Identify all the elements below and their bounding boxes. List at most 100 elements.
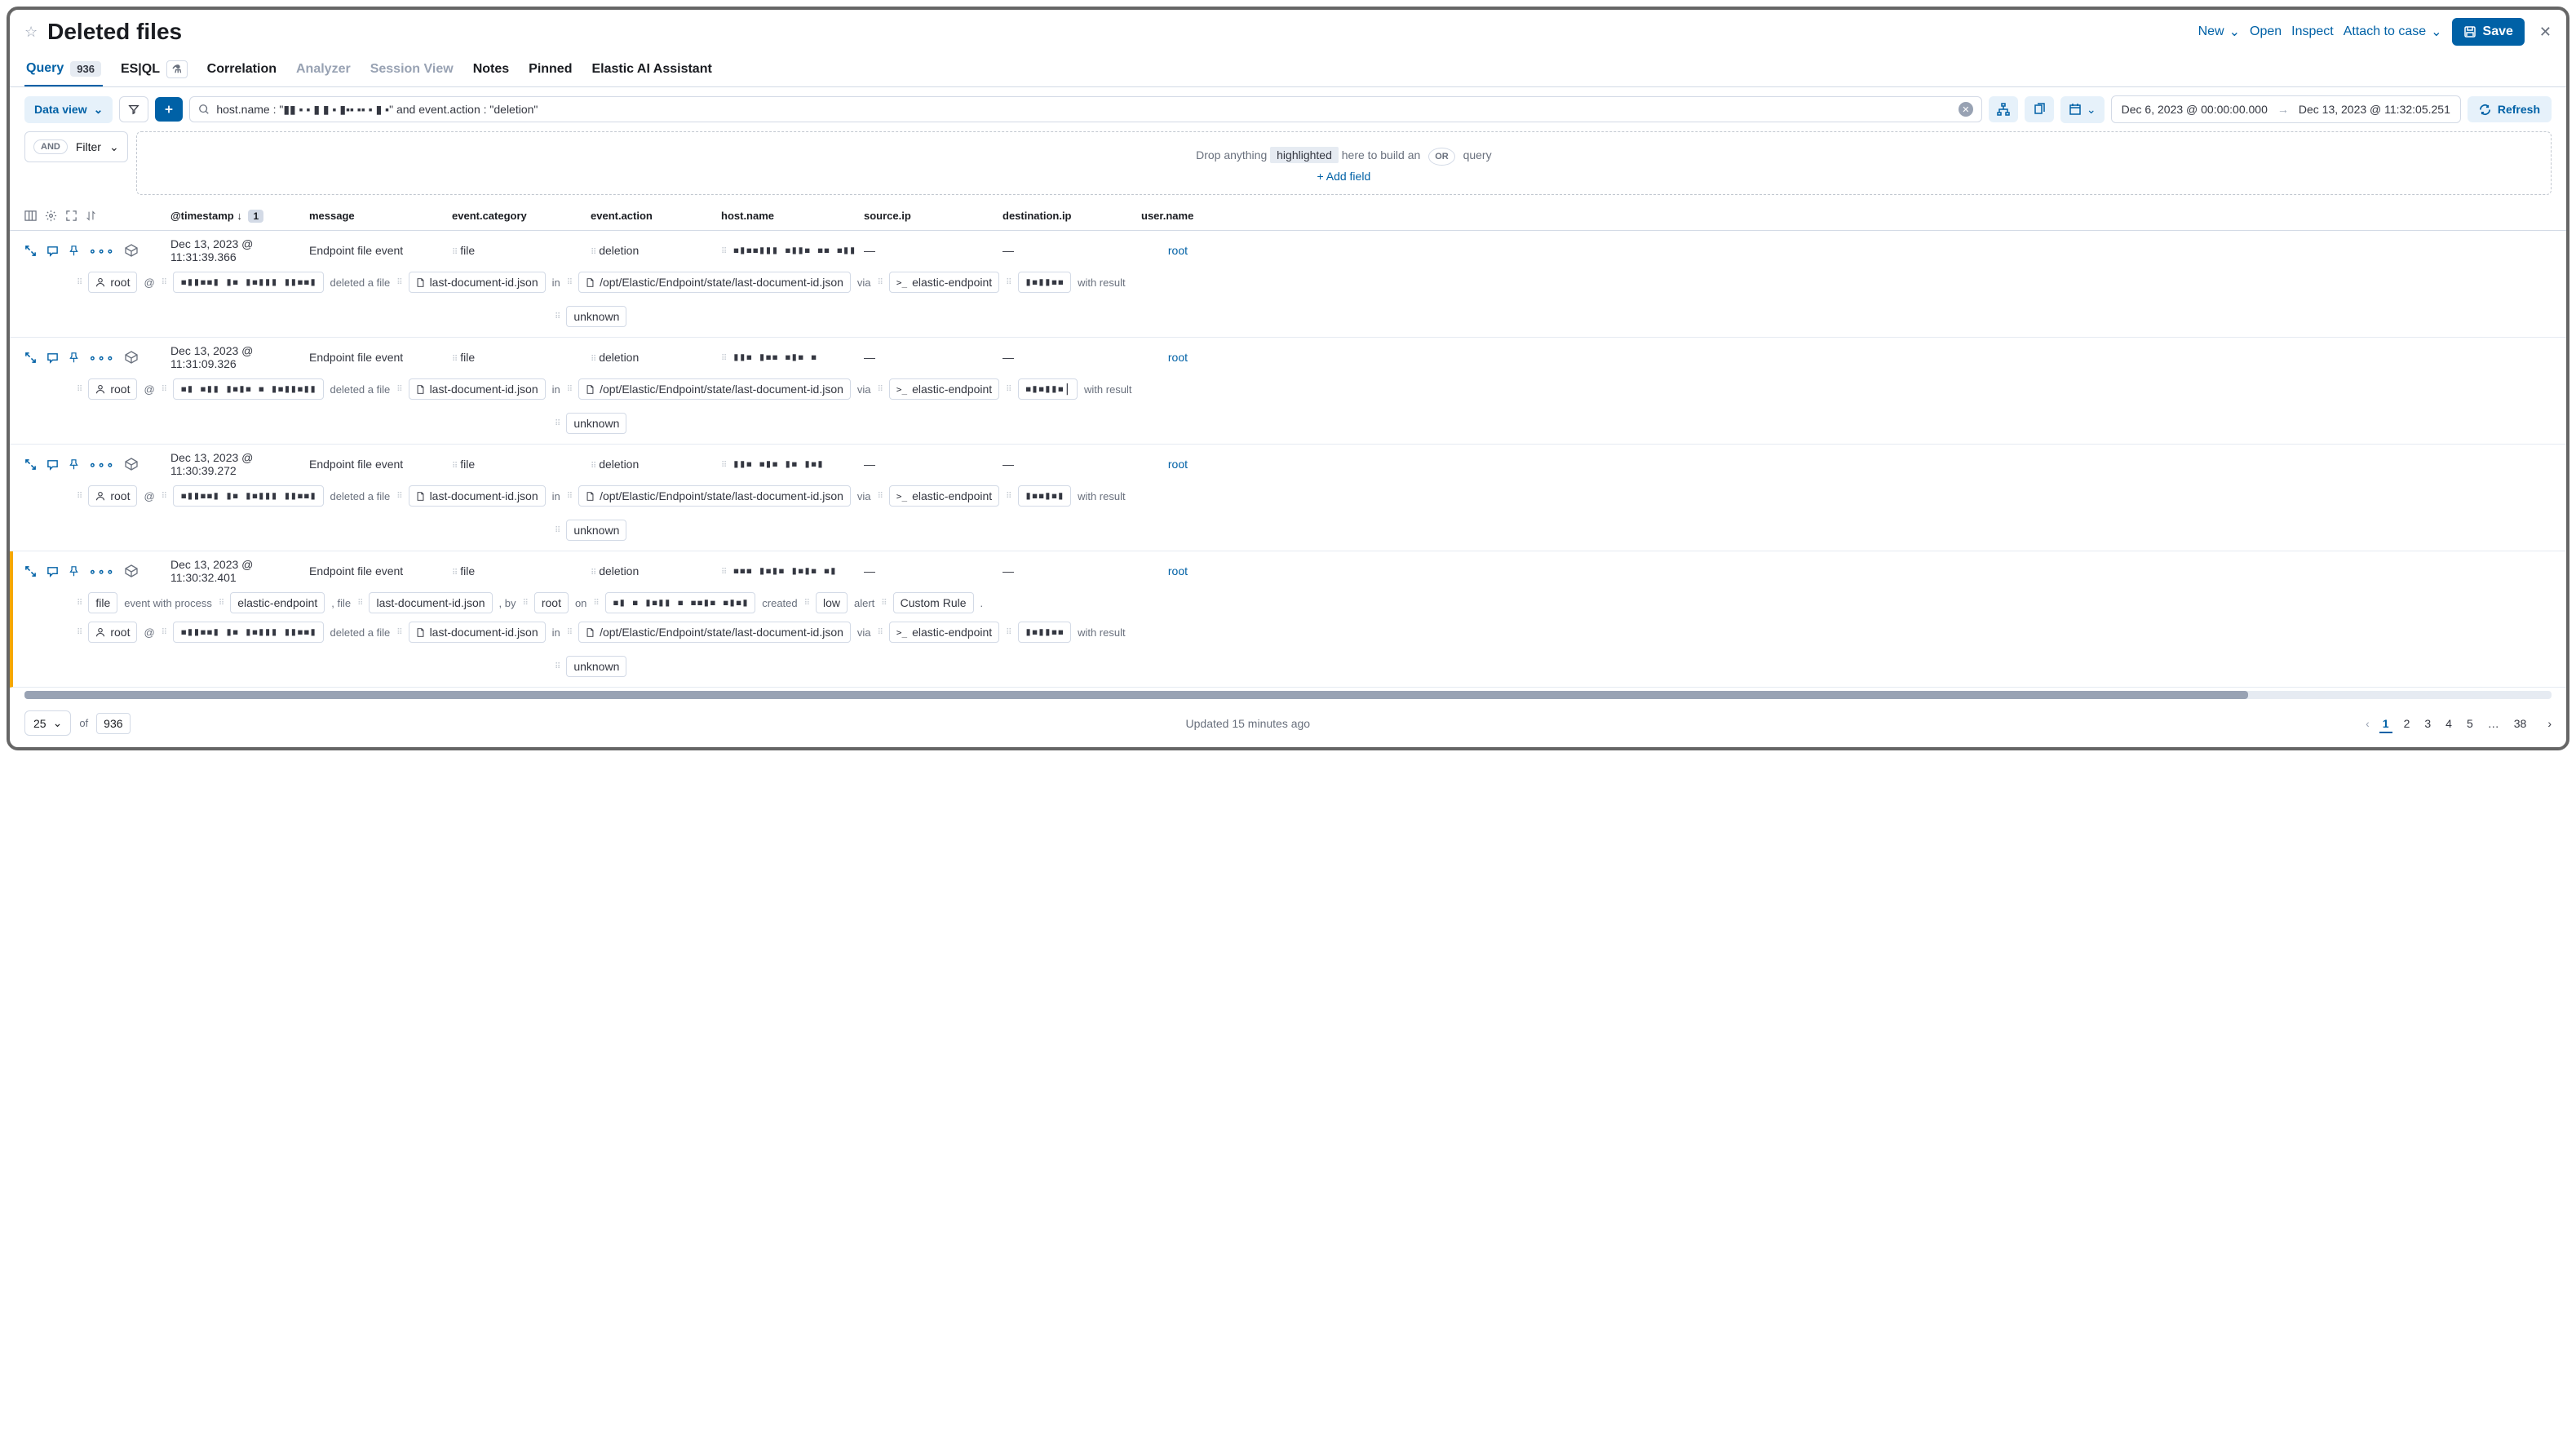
result-token[interactable]: unknown: [566, 306, 626, 327]
fullscreen-icon[interactable]: [65, 210, 77, 222]
process-token[interactable]: elastic-endpoint: [230, 592, 325, 613]
col-source-ip[interactable]: source.ip: [861, 205, 999, 227]
new-menu[interactable]: New⌄: [2198, 24, 2240, 40]
user-token[interactable]: root: [88, 378, 137, 400]
rule-token[interactable]: Custom Rule: [893, 592, 974, 613]
process-token[interactable]: >_elastic-endpoint: [889, 378, 999, 400]
hash-token[interactable]: ▮▪▮▮▪▪: [1018, 272, 1072, 293]
page-3[interactable]: 3: [2421, 715, 2434, 732]
query-input[interactable]: host.name : "▮▮ ▪ ▪ ▮ ▮ ▪ ▮▪▪ ▪▪ ▪ ▮ ▪" …: [189, 96, 1982, 122]
analyze-icon[interactable]: [125, 564, 138, 577]
more-actions-icon[interactable]: ∘∘∘: [89, 244, 115, 258]
cell-host[interactable]: ⠿ ▮▮▪ ▮▪▪ ▪▮▪ ▪: [718, 349, 861, 365]
host-token[interactable]: ▪▮ ▪ ▮▪▮▮ ▪ ▪▪▮▪ ▪▮▪▮: [605, 592, 756, 613]
result-token[interactable]: unknown: [566, 520, 626, 541]
col-user-name[interactable]: user.name: [1138, 205, 1191, 227]
horizontal-scrollbar[interactable]: [24, 691, 2552, 699]
result-token[interactable]: unknown: [566, 656, 626, 677]
and-filter-group[interactable]: AND Filter ⌄: [24, 131, 128, 162]
inspect-link[interactable]: Inspect: [2291, 24, 2334, 39]
sort-icon[interactable]: [86, 210, 96, 222]
tab-ai-assistant[interactable]: Elastic AI Assistant: [590, 55, 713, 85]
scrollbar-thumb[interactable]: [24, 691, 2248, 699]
filename-token[interactable]: last-document-id.json: [409, 378, 546, 400]
col-message[interactable]: message: [306, 205, 449, 227]
query-dropzone[interactable]: Drop anything highlighted here to build …: [136, 131, 2552, 195]
filepath-token[interactable]: /opt/Elastic/Endpoint/state/last-documen…: [578, 485, 851, 507]
hash-token[interactable]: ▮▪▪▮▪▮: [1018, 485, 1072, 507]
tab-pinned[interactable]: Pinned: [527, 55, 573, 85]
cell-user[interactable]: root: [1138, 456, 1191, 472]
filename-token[interactable]: last-document-id.json: [369, 592, 492, 613]
page-5[interactable]: 5: [2463, 715, 2476, 732]
pin-icon[interactable]: [69, 565, 79, 577]
page-4[interactable]: 4: [2442, 715, 2455, 732]
host-token[interactable]: ▪▮▮▪▪▮ ▮▪ ▮▪▮▮▮ ▮▮▪▪▮: [173, 622, 324, 643]
comment-icon[interactable]: [46, 458, 59, 471]
page-38[interactable]: 38: [2511, 715, 2530, 732]
tab-correlation[interactable]: Correlation: [206, 55, 278, 85]
process-token[interactable]: >_elastic-endpoint: [889, 622, 999, 643]
tab-esql[interactable]: ES|QL⚗: [119, 54, 189, 86]
cell-host[interactable]: ⠿ ▮▮▪ ▪▮▪ ▮▪ ▮▪▮: [718, 456, 861, 472]
user-token[interactable]: root: [534, 592, 569, 613]
tab-query[interactable]: Query936: [24, 55, 103, 86]
user-token[interactable]: root: [88, 485, 137, 507]
comment-icon[interactable]: [46, 352, 59, 364]
expand-icon[interactable]: [24, 245, 37, 257]
expand-icon[interactable]: [24, 458, 37, 471]
filename-token[interactable]: last-document-id.json: [409, 485, 546, 507]
gear-icon[interactable]: [45, 210, 57, 222]
filepath-token[interactable]: /opt/Elastic/Endpoint/state/last-documen…: [578, 378, 851, 400]
file-token[interactable]: file: [88, 592, 117, 613]
cell-user[interactable]: root: [1138, 563, 1191, 579]
host-token[interactable]: ▪▮▮▪▪▮ ▮▪ ▮▪▮▮▮ ▮▮▪▪▮: [173, 272, 324, 293]
cell-host[interactable]: ⠿ ▪▮▪▪▮▮▮ ▪▮▮▪ ▪▪ ▪▮▮: [718, 242, 861, 259]
favorite-star-icon[interactable]: ☆: [24, 24, 38, 41]
user-token[interactable]: root: [88, 622, 137, 643]
cell-user[interactable]: root: [1138, 349, 1191, 365]
host-token[interactable]: ▪▮ ▪▮▮ ▮▪▮▪ ▪ ▮▪▮▮▪▮▮: [173, 378, 324, 400]
col-host-name[interactable]: host.name: [718, 205, 861, 227]
save-button[interactable]: Save: [2452, 18, 2525, 46]
hash-token[interactable]: ▮▪▮▮▪▪: [1018, 622, 1072, 643]
filepath-token[interactable]: /opt/Elastic/Endpoint/state/last-documen…: [578, 272, 851, 293]
analyze-icon[interactable]: [125, 351, 138, 364]
analyze-icon[interactable]: [125, 458, 138, 471]
date-range[interactable]: Dec 6, 2023 @ 00:00:00.000 → Dec 13, 202…: [2111, 95, 2461, 123]
process-token[interactable]: >_elastic-endpoint: [889, 485, 999, 507]
host-token[interactable]: ▪▮▮▪▪▮ ▮▪ ▮▪▮▮▮ ▮▮▪▪▮: [173, 485, 324, 507]
copy-query-button[interactable]: [2025, 96, 2054, 122]
col-event-action[interactable]: event.action: [587, 205, 718, 227]
analyze-icon[interactable]: [125, 244, 138, 257]
expand-icon[interactable]: [24, 352, 37, 364]
process-token[interactable]: >_elastic-endpoint: [889, 272, 999, 293]
calendar-button[interactable]: ⌄: [2060, 96, 2105, 123]
more-actions-icon[interactable]: ∘∘∘: [89, 458, 115, 471]
add-filter-button[interactable]: [155, 97, 183, 122]
columns-icon[interactable]: [24, 210, 37, 222]
col-timestamp[interactable]: @timestamp ↓ 1: [167, 205, 306, 227]
close-icon[interactable]: ✕: [2539, 24, 2552, 41]
pin-icon[interactable]: [69, 245, 79, 257]
refresh-button[interactable]: Refresh: [2468, 96, 2552, 122]
page-1[interactable]: 1: [2379, 715, 2392, 733]
prev-page-icon[interactable]: ‹: [2366, 717, 2370, 730]
tab-notes[interactable]: Notes: [471, 55, 511, 85]
add-field-link[interactable]: + Add field: [1317, 170, 1370, 183]
comment-icon[interactable]: [46, 245, 59, 257]
page-2[interactable]: 2: [2401, 715, 2414, 732]
more-actions-icon[interactable]: ∘∘∘: [89, 351, 115, 365]
filter-icon-button[interactable]: [119, 96, 148, 122]
hash-token[interactable]: ▪▮▪▮▮▪|: [1018, 378, 1078, 400]
more-actions-icon[interactable]: ∘∘∘: [89, 564, 115, 578]
attach-to-case-menu[interactable]: Attach to case⌄: [2344, 24, 2442, 40]
tree-view-button[interactable]: [1989, 96, 2018, 122]
cell-host[interactable]: ⠿ ▪▪▪ ▮▪▮▪ ▮▪▮▪ ▪▮: [718, 563, 861, 579]
cell-user[interactable]: root: [1138, 242, 1191, 259]
user-token[interactable]: root: [88, 272, 137, 293]
clear-query-icon[interactable]: ✕: [1959, 102, 1973, 117]
severity-token[interactable]: low: [816, 592, 848, 613]
filename-token[interactable]: last-document-id.json: [409, 272, 546, 293]
filepath-token[interactable]: /opt/Elastic/Endpoint/state/last-documen…: [578, 622, 851, 643]
